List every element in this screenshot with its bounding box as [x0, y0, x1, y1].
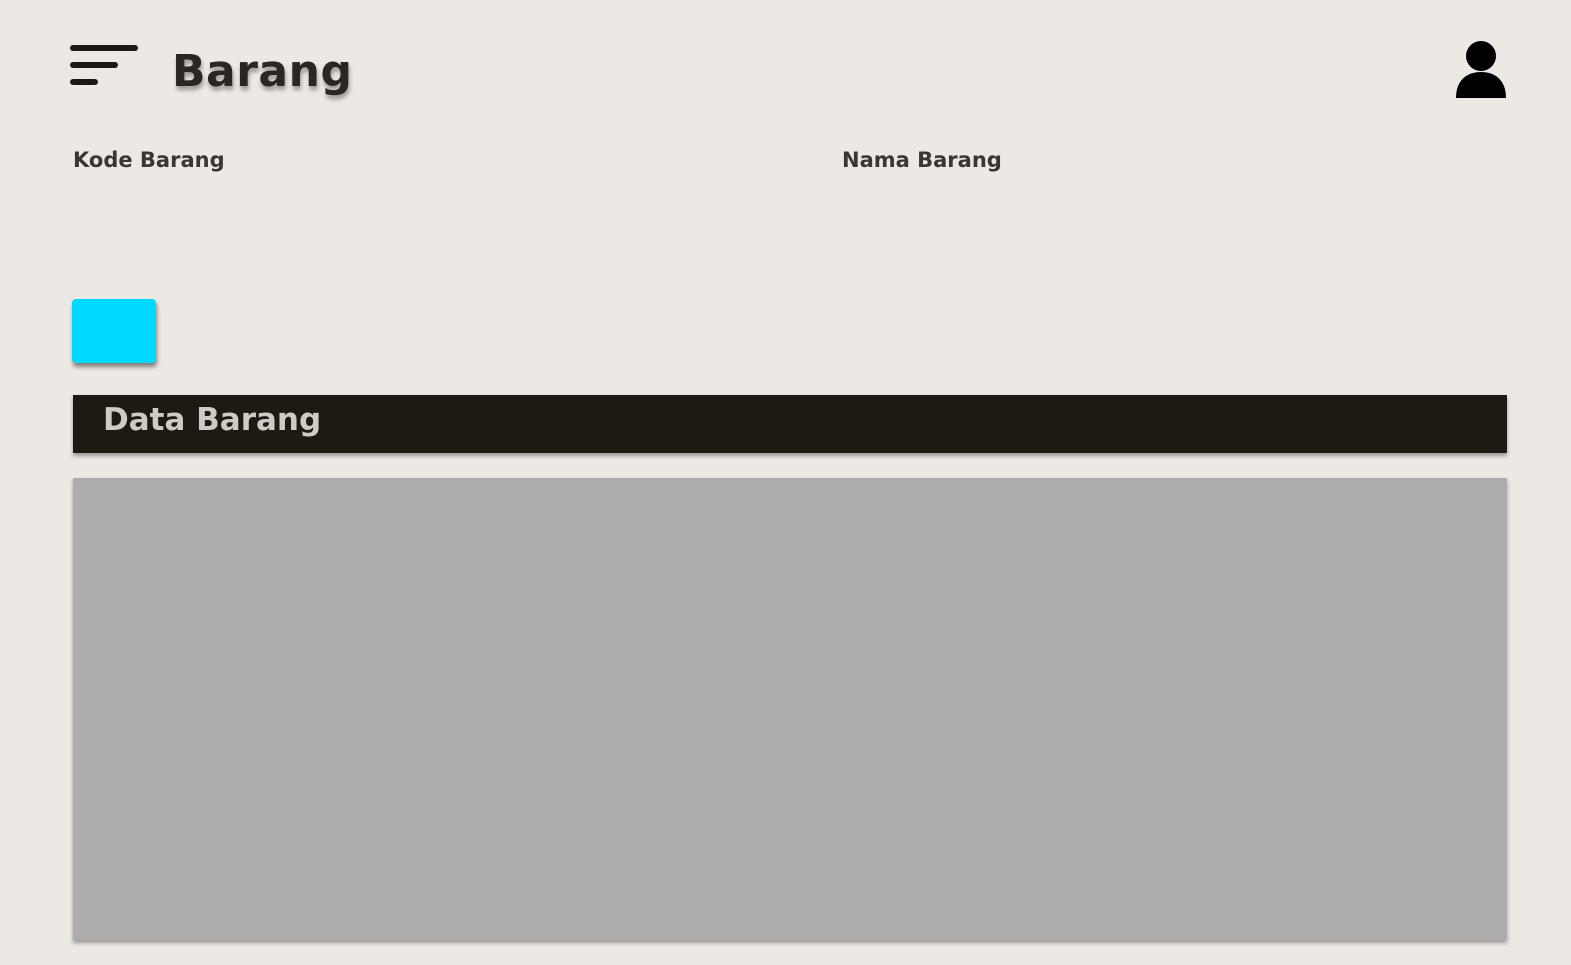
page-title: Barang — [172, 46, 353, 97]
section-title: Data Barang — [103, 402, 322, 438]
nama-barang-label: Nama Barang — [842, 148, 1002, 172]
data-table — [73, 478, 1507, 940]
submit-button[interactable] — [72, 299, 156, 363]
kode-barang-label: Kode Barang — [73, 148, 225, 172]
user-profile-button[interactable] — [1452, 38, 1512, 100]
menu-button[interactable] — [68, 42, 140, 90]
data-barang-header: Data Barang — [73, 395, 1507, 453]
user-profile-icon — [1456, 41, 1506, 98]
nama-barang-input[interactable] — [841, 184, 1515, 240]
kode-barang-input[interactable] — [72, 184, 780, 240]
